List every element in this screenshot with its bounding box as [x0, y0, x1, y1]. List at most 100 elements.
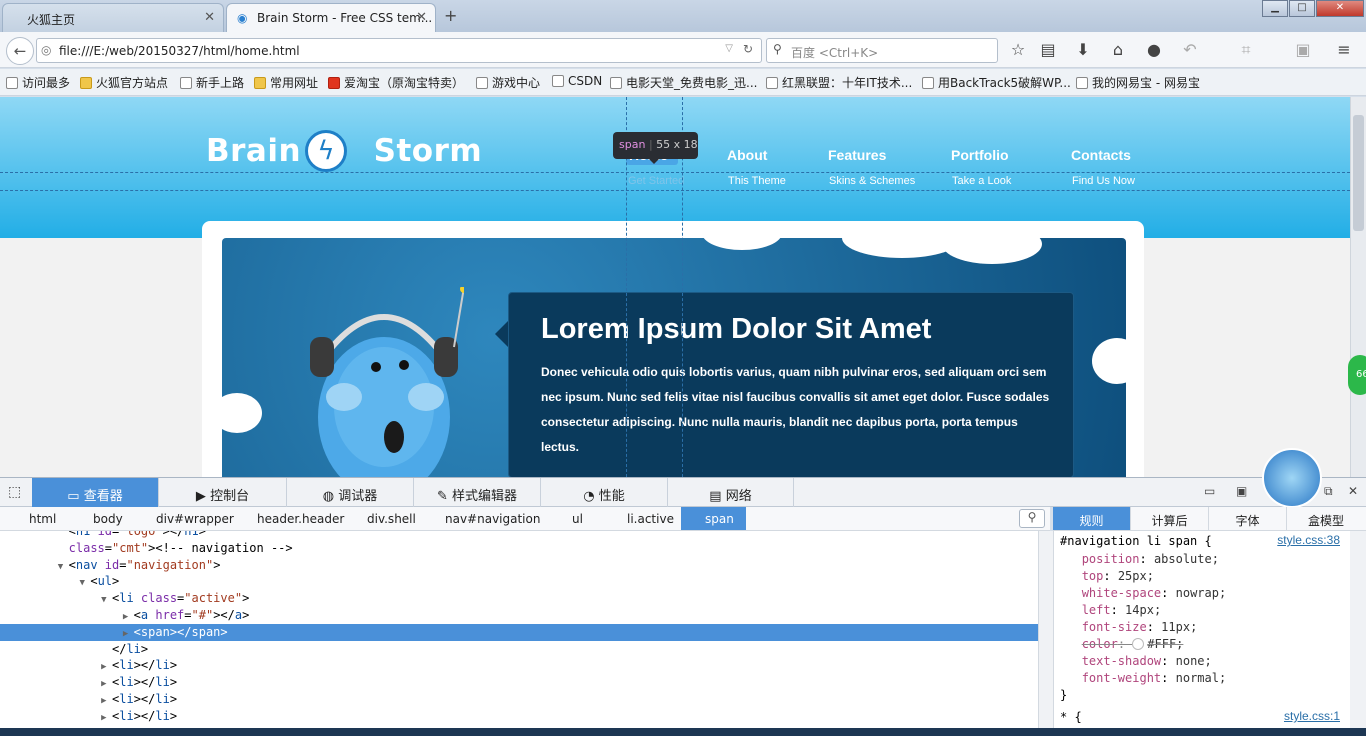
close-tab-icon[interactable]: ✕ — [416, 10, 427, 25]
side-badge[interactable]: 66 — [1348, 355, 1366, 395]
markup-line[interactable]: ▼ <nav id="navigation"> — [0, 557, 1038, 574]
bookmark-item[interactable]: 常用网址 — [254, 74, 318, 91]
close-tab-icon[interactable]: ✕ — [204, 10, 215, 25]
dropdown-arrow-icon[interactable]: ▽ — [725, 43, 733, 54]
download-icon[interactable]: ⬇ — [1073, 40, 1093, 60]
back-arrow-icon[interactable]: ← — [6, 37, 34, 65]
close-window-button[interactable]: ✕ — [1316, 0, 1364, 17]
rule-property[interactable]: font-size: 11px; — [1060, 619, 1198, 636]
tab-firefox-home[interactable]: 火狐主页 ✕ — [2, 3, 224, 32]
twisty-icon[interactable]: ▶ — [101, 662, 112, 672]
markup-line-selected[interactable]: ▶ <span></span> — [0, 623, 1038, 641]
markup-line[interactable]: class="cmt"><!-- navigation --> — [0, 540, 1038, 557]
devtools-tab-performance[interactable]: ◔ 性能 — [541, 478, 668, 507]
rule-property[interactable]: left: 14px; — [1060, 602, 1161, 619]
nav-item-portfolio[interactable]: Portfolio — [951, 147, 1009, 163]
rule-property[interactable]: top: 25px; — [1060, 568, 1154, 585]
devtools-tab-debugger[interactable]: ◍ 调试器 — [287, 478, 414, 507]
devtools-tab-inspector[interactable]: ▭ 查看器 — [32, 478, 159, 507]
twisty-icon[interactable]: ▶ — [101, 713, 112, 723]
tab-rules[interactable]: 规则 — [1053, 507, 1131, 530]
maximize-button[interactable]: □ — [1289, 0, 1315, 17]
breadcrumb-item-selected[interactable]: span — [681, 507, 746, 530]
markup-scrollbar[interactable] — [1038, 531, 1053, 728]
rule-selector[interactable]: * { — [1060, 709, 1082, 726]
markup-line[interactable]: ▶ <li></li> — [0, 691, 1038, 708]
tab-box-model[interactable]: 盒模型 — [1287, 507, 1365, 530]
url-bar[interactable]: ◎ file:///E:/web/20150327/html/home.html… — [36, 38, 762, 63]
nav-item-contacts[interactable]: Contacts — [1071, 147, 1131, 163]
minimize-button[interactable]: ▁ — [1262, 0, 1288, 17]
devtools-tab-network[interactable]: ▤ 网络 — [668, 478, 794, 507]
rule-selector[interactable]: #navigation li span { — [1060, 533, 1212, 550]
chat-icon[interactable]: ● — [1144, 40, 1164, 60]
markup-line[interactable]: ▶ <li></li> — [0, 708, 1038, 725]
twisty-icon[interactable]: ▼ — [79, 578, 90, 588]
twisty-icon[interactable]: ▶ — [101, 679, 112, 689]
color-swatch[interactable] — [1132, 638, 1145, 650]
dock-icon[interactable]: ▣ — [1236, 484, 1247, 498]
breadcrumb-item[interactable]: div#wrapper — [156, 512, 234, 526]
devtools-tab-style-editor[interactable]: ✎ 样式编辑器 — [414, 478, 541, 507]
bookmark-item[interactable]: 游戏中心 — [476, 74, 540, 91]
search-input[interactable]: ⚲ 百度 <Ctrl+K> — [766, 38, 998, 63]
bookmark-item[interactable]: 爱淘宝（原淘宝特卖） — [328, 74, 464, 91]
tab-computed[interactable]: 计算后 — [1131, 507, 1209, 530]
markup-line[interactable]: </li> — [0, 641, 1038, 658]
rule-property[interactable]: text-shadow: none; — [1060, 653, 1212, 670]
breadcrumb-item[interactable]: header.header — [257, 512, 344, 526]
rule-property[interactable]: font-weight: normal; — [1060, 670, 1227, 687]
bookmark-item[interactable]: CSDN — [552, 74, 602, 88]
rule-property[interactable]: white-space: nowrap; — [1060, 585, 1227, 602]
screenshot-icon[interactable]: ▣ — [1293, 40, 1313, 60]
bookmark-item[interactable]: 新手上路 — [180, 74, 244, 91]
bookmark-item[interactable]: 电影天堂_免费电影_迅... — [610, 74, 757, 91]
rule-property[interactable]: color: #FFF; — [1060, 636, 1184, 653]
rule-close-brace[interactable]: } — [1060, 687, 1067, 704]
pick-element-icon[interactable]: ⬚ — [8, 484, 21, 500]
split-console-icon[interactable]: ▭ — [1204, 484, 1215, 498]
menu-icon[interactable]: ≡ — [1334, 40, 1354, 60]
markup-line[interactable]: ▼ <li class="active"> — [0, 590, 1038, 607]
bookmark-item[interactable]: 我的网易宝 - 网易宝 — [1076, 74, 1200, 91]
rule-source-link[interactable]: style.css:1 — [1284, 709, 1340, 723]
breadcrumb-item[interactable]: body — [93, 512, 123, 526]
search-icon[interactable]: ⚲ — [1019, 509, 1045, 528]
twisty-icon[interactable]: ▼ — [58, 562, 69, 572]
breadcrumb-item[interactable]: ul — [572, 512, 583, 526]
bookmark-item[interactable]: 访问最多 — [6, 74, 70, 91]
markup-line[interactable]: ▶ <li></li> — [0, 674, 1038, 691]
bookmark-star-icon[interactable]: ☆ — [1008, 40, 1028, 60]
markup-line[interactable]: ▼ <ul> — [0, 573, 1038, 590]
tab-fonts[interactable]: 字体 — [1209, 507, 1287, 530]
nav-item-features[interactable]: Features — [828, 147, 886, 163]
home-icon[interactable]: ⌂ — [1108, 40, 1128, 60]
markup-line[interactable]: <h1 id="logo"></h1> — [0, 531, 1038, 540]
reading-list-icon[interactable]: ▤ — [1038, 40, 1058, 60]
markup-line[interactable]: ▶ <a href="#"></a> — [0, 607, 1038, 624]
markup-line[interactable]: ▶ <li></li> — [0, 657, 1038, 674]
twisty-icon[interactable]: ▶ — [101, 696, 112, 706]
bookmark-item[interactable]: 用BackTrack5破解WP... — [922, 74, 1071, 91]
twisty-icon[interactable] — [58, 531, 69, 538]
breadcrumb-item[interactable]: html — [29, 512, 56, 526]
crop-icon[interactable]: ⌗ — [1236, 40, 1256, 60]
devtools-tab-console[interactable]: ▶ 控制台 — [159, 478, 287, 507]
bookmark-item[interactable]: 火狐官方站点 — [80, 74, 168, 91]
breadcrumb-item[interactable]: div.shell — [367, 512, 416, 526]
rule-source-link[interactable]: style.css:38 — [1277, 533, 1340, 547]
twisty-icon[interactable]: ▶ — [123, 629, 134, 639]
twisty-icon[interactable] — [101, 646, 112, 656]
tab-brain-storm[interactable]: ◉ Brain Storm - Free CSS tem... ✕ — [226, 3, 436, 32]
bird-assistant-icon[interactable] — [1262, 448, 1322, 508]
twisty-icon[interactable]: ▼ — [101, 595, 112, 605]
undock-icon[interactable]: ⧉ — [1324, 484, 1333, 499]
rules-scrollbar[interactable] — [1350, 531, 1366, 728]
rule-property[interactable]: position: absolute; — [1060, 551, 1219, 568]
scrollbar-thumb[interactable] — [1353, 115, 1364, 231]
breadcrumb-item[interactable]: nav#navigation — [445, 512, 540, 526]
breadcrumb-item[interactable]: li.active — [627, 512, 674, 526]
markup-view[interactable]: <h1 id="logo"></h1> class="cmt"><!-- nav… — [0, 531, 1038, 728]
page-scrollbar[interactable] — [1350, 97, 1366, 477]
twisty-icon[interactable]: ▶ — [123, 612, 134, 622]
